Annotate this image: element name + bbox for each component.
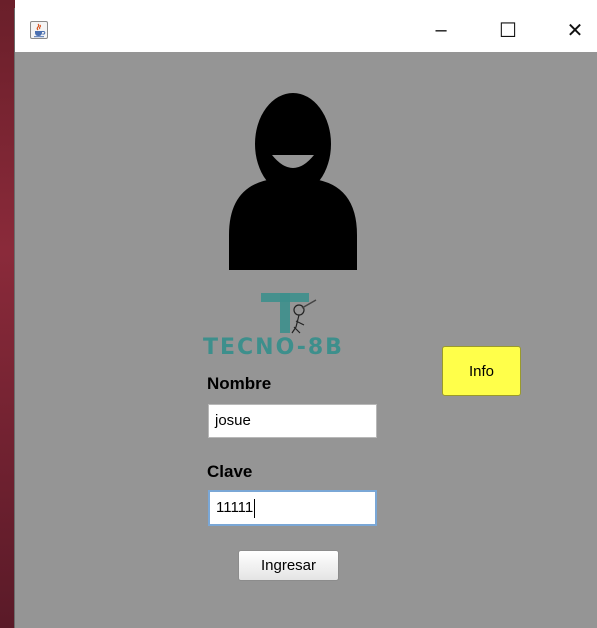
minimize-icon: – <box>435 18 447 41</box>
text-caret <box>254 498 256 518</box>
close-button[interactable]: ✕ <box>552 8 597 52</box>
user-avatar-icon <box>225 92 361 275</box>
clave-input[interactable]: 11111 <box>208 490 377 526</box>
clave-label: Clave <box>207 462 253 481</box>
logo-text: TECNO-8B <box>203 335 344 358</box>
info-button[interactable]: Info <box>442 346 521 396</box>
desktop-background-edge <box>0 0 15 628</box>
java-cup-icon <box>30 21 48 39</box>
maximize-icon: ☐ <box>499 19 517 42</box>
info-button-label: Info <box>468 362 495 380</box>
login-window: – ☐ ✕ TECNO-8B Nombre josue Clave 11111 … <box>14 8 597 628</box>
close-icon: ✕ <box>566 19 584 42</box>
clave-input-value: 11111 <box>216 499 254 516</box>
nombre-label: Nombre <box>207 374 272 393</box>
maximize-button[interactable]: ☐ <box>485 8 531 52</box>
minimize-button[interactable]: – <box>418 8 464 52</box>
title-bar[interactable]: – ☐ ✕ <box>15 8 597 52</box>
login-panel: TECNO-8B Nombre josue Clave 11111 Ingres… <box>15 52 597 628</box>
ingresar-button-label: Ingresar <box>260 557 317 574</box>
nombre-input[interactable]: josue <box>208 404 377 438</box>
tecno-8b-logo: TECNO-8B <box>201 288 373 363</box>
nombre-input-value: josue <box>215 412 251 429</box>
ingresar-button[interactable]: Ingresar <box>238 550 339 581</box>
